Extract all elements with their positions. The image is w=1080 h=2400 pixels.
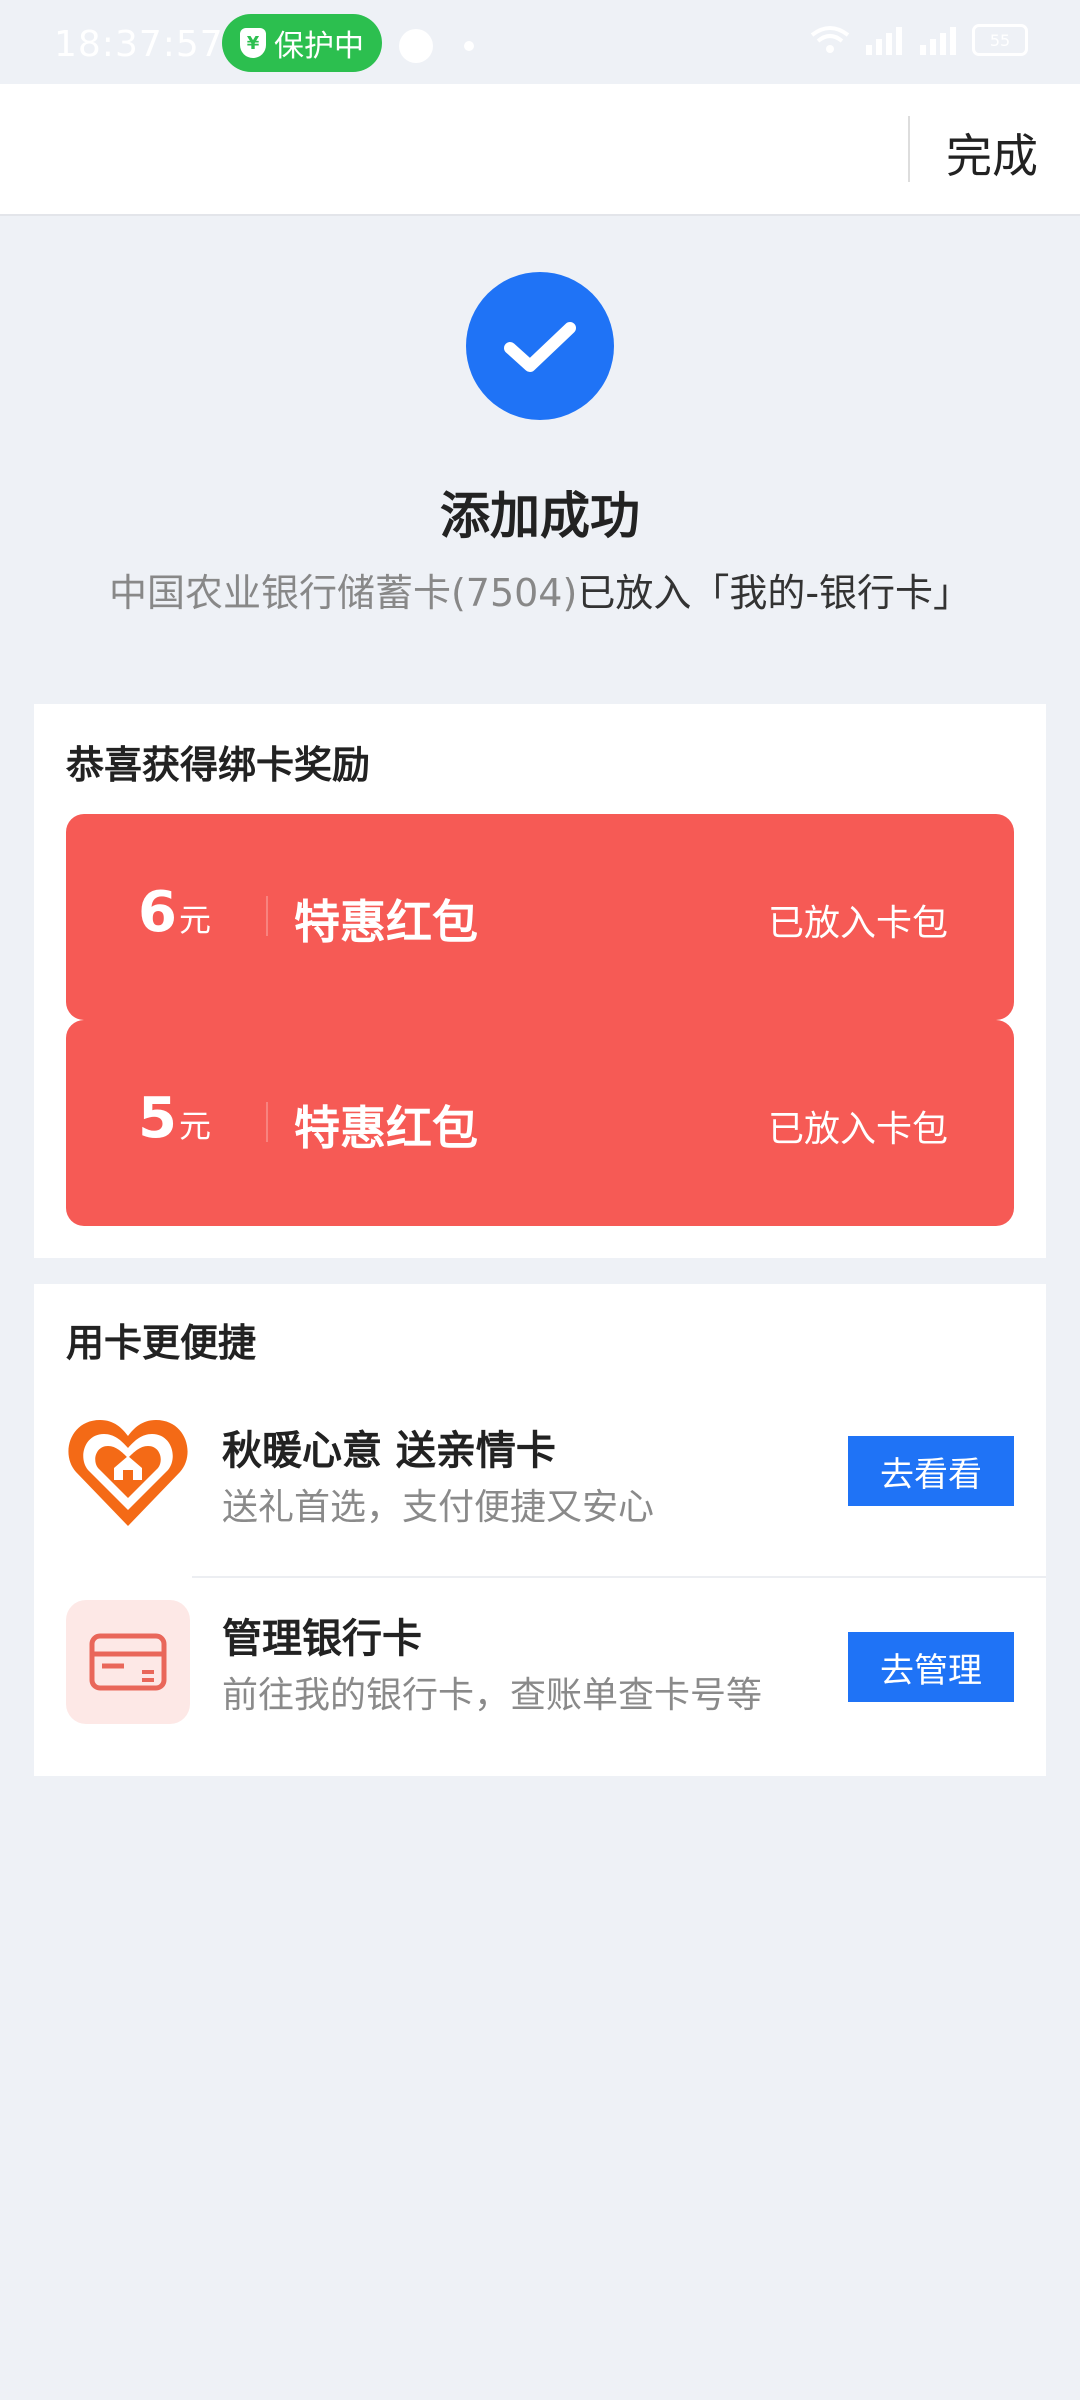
status-time: 18:37:57	[54, 24, 224, 65]
protection-badge[interactable]: ¥ 保护中	[222, 14, 382, 72]
done-button[interactable]: 完成	[946, 120, 1038, 186]
success-subtitle: 中国农业银行储蓄卡(7504)已放入「我的-银行卡」	[0, 562, 1080, 617]
coupon-amount: 6元	[138, 880, 211, 945]
coupon-separator	[266, 1102, 268, 1142]
service-row-manage-card[interactable]: 管理银行卡 前往我的银行卡，查账单查卡号等 去管理	[34, 1580, 1046, 1770]
manage-button[interactable]: 去管理	[848, 1632, 1014, 1702]
service-desc: 前往我的银行卡，查账单查卡号等	[222, 1675, 763, 1716]
signal-icon-2	[920, 27, 956, 55]
coupon-status: 已放入卡包	[767, 903, 948, 944]
service-title: 管理银行卡	[222, 1616, 422, 1662]
services-section: 用卡更便捷 秋暖心意 送亲情卡 送礼首选，支付便捷又安心 去看看 管理银行卡 前…	[34, 1284, 1046, 1776]
card-name-text: 中国农业银行储蓄卡(7504)	[108, 571, 578, 615]
service-title: 秋暖心意 送亲情卡	[222, 1428, 556, 1474]
reward-section: 恭喜获得绑卡奖励 6元 特惠红包 已放入卡包 5元 特惠红包 已放入卡包	[34, 704, 1046, 1258]
status-icons: 55	[810, 24, 1028, 56]
coupon-separator	[266, 896, 268, 936]
notification-dot-icon	[399, 29, 433, 63]
coupon-card[interactable]: 6元 特惠红包 已放入卡包	[66, 814, 1014, 1020]
wifi-icon	[810, 26, 850, 53]
top-bar: 完成	[0, 84, 1080, 216]
bank-card-icon	[66, 1600, 190, 1724]
reward-title: 恭喜获得绑卡奖励	[66, 743, 371, 787]
shield-icon: ¥	[240, 28, 266, 58]
heart-house-icon	[66, 1410, 190, 1534]
battery-icon: 55	[972, 24, 1028, 56]
coupon-amount: 5元	[138, 1086, 211, 1151]
notification-small-dot-icon	[464, 41, 474, 51]
card-location-text: 已放入「我的-银行卡」	[577, 571, 972, 615]
signal-icon	[866, 27, 902, 55]
coupon-status: 已放入卡包	[767, 1109, 948, 1150]
service-desc: 送礼首选，支付便捷又安心	[222, 1487, 655, 1528]
service-row-family-card[interactable]: 秋暖心意 送亲情卡 送礼首选，支付便捷又安心 去看看	[34, 1384, 1046, 1574]
header-divider	[908, 116, 910, 182]
status-bar: 18:37:57 ¥ 保护中 55	[0, 0, 1080, 84]
success-title: 添加成功	[440, 487, 640, 545]
view-button[interactable]: 去看看	[848, 1436, 1014, 1506]
coupon-name: 特惠红包	[294, 895, 478, 949]
coupon-name: 特惠红包	[294, 1101, 478, 1155]
success-check-icon	[466, 272, 614, 420]
services-title: 用卡更便捷	[66, 1321, 257, 1365]
coupon-card[interactable]: 5元 特惠红包 已放入卡包	[66, 1020, 1014, 1226]
row-divider	[192, 1576, 1046, 1578]
protection-label: 保护中	[274, 29, 364, 64]
